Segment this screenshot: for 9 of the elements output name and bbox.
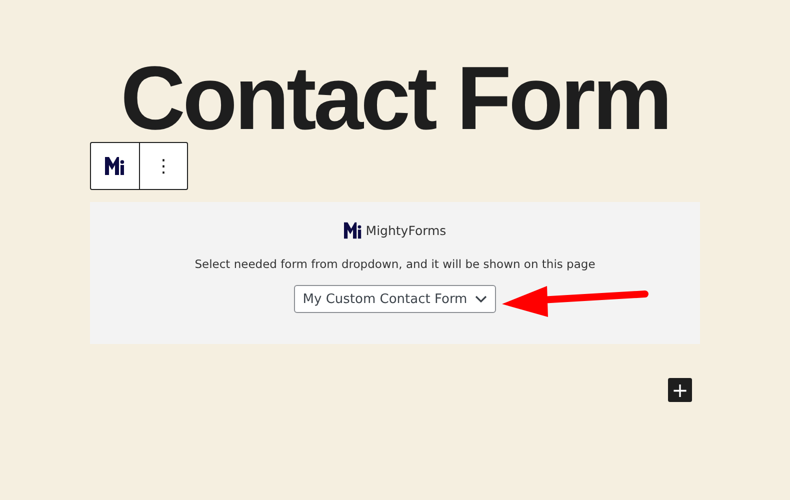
chevron-icon (475, 295, 488, 303)
add-block-button[interactable]: + (668, 378, 692, 402)
brand-name: MightyForms (366, 223, 446, 238)
more-options-button[interactable]: ⋮ (139, 143, 187, 189)
instruction-text: Select needed form from dropdown, and it will be shown on this page (194, 257, 596, 271)
page-title: Contact Form (120, 48, 670, 142)
form-dropdown[interactable]: My Custom Contact Form (294, 285, 496, 313)
logo-icon (344, 222, 362, 239)
logo-icon (105, 157, 125, 175)
